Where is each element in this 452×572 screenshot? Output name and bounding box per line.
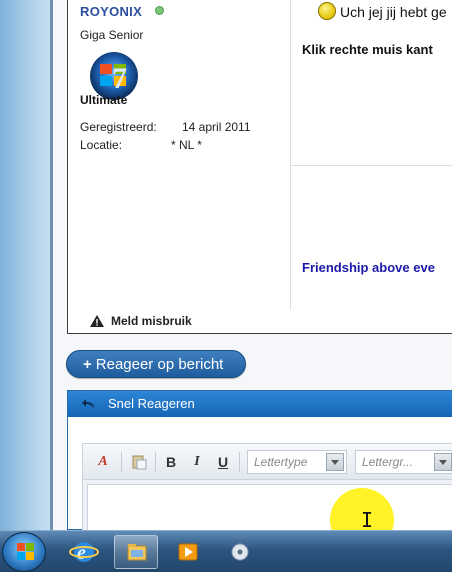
quick-reply-header[interactable]: Snel Reageren xyxy=(68,391,452,417)
reply-to-post-button[interactable]: + Reageer op bericht xyxy=(66,350,246,378)
chevron-down-icon[interactable] xyxy=(434,453,452,471)
quick-reply-title: Snel Reageren xyxy=(108,396,195,411)
registered-value: 14 april 2011 xyxy=(182,120,251,134)
chevron-down-icon[interactable] xyxy=(326,453,344,471)
signature-text: Friendship above eve xyxy=(302,260,435,275)
message-textarea[interactable] xyxy=(87,484,452,530)
smiley-icon xyxy=(318,2,336,20)
toolbar-separator xyxy=(121,452,122,472)
reply-arrow-icon xyxy=(82,399,94,409)
italic-button[interactable]: I xyxy=(185,451,209,473)
post-user-sidebar: ROYONIX Giga Senior 7 Ultimate Geregistr… xyxy=(68,0,290,328)
clipboard-icon xyxy=(132,455,147,470)
avatar-caption: Ultimate xyxy=(80,93,128,107)
bold-button[interactable]: B xyxy=(159,451,183,473)
forum-post: ROYONIX Giga Senior 7 Ultimate Geregistr… xyxy=(67,0,452,334)
location-label: Locatie: xyxy=(80,138,123,152)
internet-explorer-taskbar-button[interactable]: e xyxy=(62,535,106,569)
signature-divider xyxy=(291,165,452,166)
font-family-placeholder: Lettertype xyxy=(254,455,308,469)
reply-button-label: Reageer op bericht xyxy=(95,356,224,373)
svg-text:7: 7 xyxy=(112,62,127,95)
user-title: Giga Senior xyxy=(80,28,144,42)
font-family-select[interactable]: Lettertype xyxy=(247,450,347,474)
message-text-line2: Klik rechte muis kant xyxy=(302,42,433,57)
underline-button[interactable]: U xyxy=(211,451,235,473)
online-status-icon xyxy=(155,6,164,15)
location-value: * NL * xyxy=(171,138,202,152)
forum-page: ROYONIX Giga Senior 7 Ultimate Geregistr… xyxy=(53,0,452,530)
windows-logo-icon xyxy=(17,543,34,560)
media-player-taskbar-button[interactable] xyxy=(166,535,210,569)
message-text-line1: Uch jej jij hebt ge xyxy=(340,4,447,20)
toolbar-separator xyxy=(239,452,240,472)
folder-icon xyxy=(127,544,147,561)
toolbar-separator xyxy=(155,452,156,472)
editor-toolbar: A B I U Lettertype Lettergr... xyxy=(83,444,452,480)
svg-text:e: e xyxy=(77,542,86,564)
file-explorer-taskbar-button[interactable] xyxy=(114,535,158,569)
dvd-maker-taskbar-button[interactable] xyxy=(218,535,262,569)
browser-window-edge xyxy=(0,0,50,530)
report-abuse-link[interactable]: Meld misbruik xyxy=(111,314,192,328)
warning-icon xyxy=(90,315,104,327)
username-link[interactable]: ROYONIX xyxy=(80,4,142,19)
paste-icon[interactable] xyxy=(127,451,151,473)
windows-taskbar: e xyxy=(0,530,452,572)
text-cursor-icon: I xyxy=(361,508,374,532)
plus-icon: + xyxy=(83,356,92,373)
font-color-icon[interactable]: A xyxy=(91,451,115,473)
media-player-icon xyxy=(178,543,198,561)
rich-text-editor: A B I U Lettertype Lettergr... xyxy=(82,443,452,530)
disc-icon xyxy=(231,543,249,561)
font-size-placeholder: Lettergr... xyxy=(362,455,413,469)
start-button[interactable] xyxy=(2,532,46,572)
internet-explorer-icon: e xyxy=(69,542,99,564)
font-size-select[interactable]: Lettergr... xyxy=(355,450,452,474)
registered-label: Geregistreerd: xyxy=(80,120,157,134)
quick-reply-panel: Snel Reageren A B I U Lettertype Letterg… xyxy=(67,390,452,530)
post-column-divider xyxy=(290,0,291,310)
